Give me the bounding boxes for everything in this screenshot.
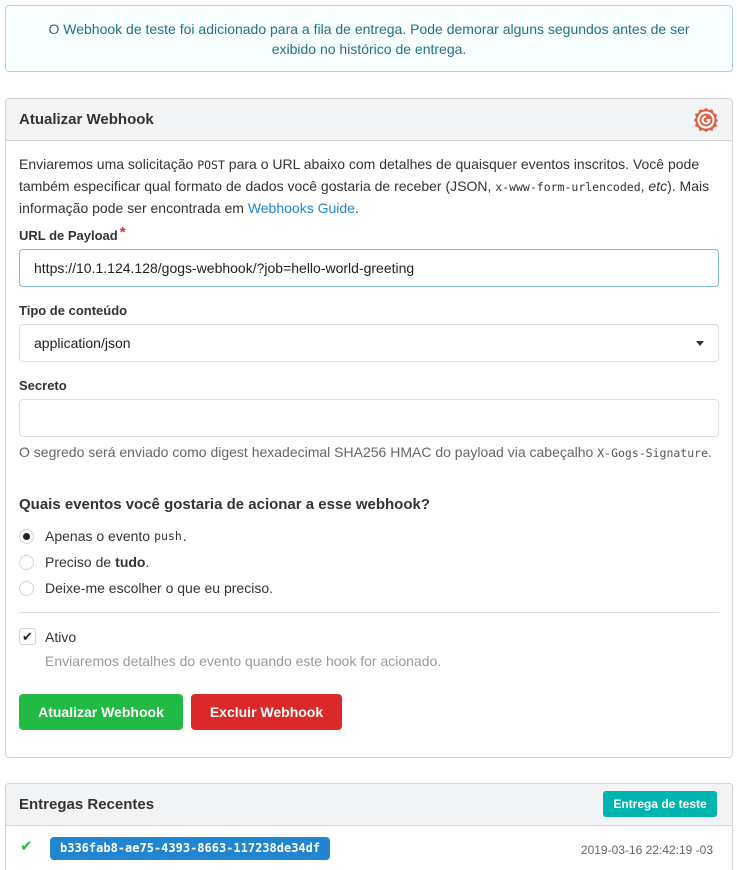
- delivery-uuid-badge[interactable]: b336fab8-ae75-4393-8663-117238de34df: [50, 837, 331, 860]
- recent-deliveries-panel: Entregas Recentes Entrega de teste ✔ b33…: [5, 783, 733, 870]
- update-webhook-button[interactable]: Atualizar Webhook: [19, 694, 183, 730]
- active-label: Ativo: [45, 629, 77, 645]
- content-type-value: application/json: [34, 335, 131, 351]
- delivery-row[interactable]: ✔ b336fab8-ae75-4393-8663-117238de34df 2…: [6, 826, 732, 869]
- active-help-text: Enviaremos detalhes do evento quando est…: [45, 653, 442, 669]
- payload-url-input[interactable]: https://10.1.124.128/gogs-webhook/?job=h…: [19, 249, 719, 287]
- webhooks-guide-link[interactable]: Webhooks Guide: [248, 200, 355, 216]
- payload-url-value: https://10.1.124.128/gogs-webhook/?job=h…: [34, 260, 415, 276]
- events-question: Quais eventos você gostaria de acionar a…: [19, 496, 430, 513]
- flash-message-text: O Webhook de teste foi adicionado para a…: [48, 21, 690, 57]
- dropdown-caret-icon: [696, 341, 704, 346]
- recent-deliveries-title: Entregas Recentes: [19, 796, 155, 813]
- radio-push-only[interactable]: [19, 528, 34, 544]
- event-option-push-only[interactable]: Apenas o evento push.: [19, 526, 187, 546]
- content-type-label: Tipo de conteúdo: [19, 303, 128, 318]
- radio-everything[interactable]: [19, 554, 34, 570]
- gogs-logo-icon: [694, 108, 718, 132]
- secret-input[interactable]: [19, 399, 719, 437]
- event-option-everything[interactable]: Preciso de tudo.: [19, 552, 149, 572]
- webhook-form-header: Atualizar Webhook: [6, 99, 732, 141]
- webhook-description: Enviaremos uma solicitação POST para o U…: [19, 156, 710, 216]
- post-code: POST: [197, 158, 225, 172]
- checkmark-icon: ✔: [22, 629, 33, 644]
- recent-deliveries-header: Entregas Recentes Entrega de teste: [6, 784, 732, 826]
- form-divider: [19, 612, 719, 613]
- content-type-select[interactable]: application/json: [19, 324, 719, 362]
- test-delivery-button[interactable]: Entrega de teste: [603, 791, 717, 817]
- flash-message: O Webhook de teste foi adicionado para a…: [5, 5, 733, 72]
- secret-help-text: O segredo será enviado como digest hexad…: [19, 444, 712, 460]
- secret-label: Secreto: [19, 378, 67, 393]
- success-check-icon: ✔: [20, 838, 33, 855]
- radio-choose[interactable]: [19, 580, 34, 596]
- payload-url-label: URL de Payload *: [19, 224, 126, 243]
- active-checkbox[interactable]: ✔: [19, 628, 36, 645]
- event-option-choose[interactable]: Deixe-me escolher o que eu preciso.: [19, 578, 273, 598]
- webhook-form-panel: Atualizar Webhook Enviaremos uma solicit…: [5, 98, 733, 758]
- delete-webhook-button[interactable]: Excluir Webhook: [191, 694, 342, 730]
- signature-header-code: X-Gogs-Signature: [597, 446, 708, 460]
- delivery-timestamp: 2019-03-16 22:42:19 -03: [580, 843, 713, 857]
- form-urlencoded-code: x-www-form-urlencoded: [495, 180, 641, 194]
- page-title: Atualizar Webhook: [19, 111, 154, 128]
- required-asterisk: *: [119, 224, 126, 241]
